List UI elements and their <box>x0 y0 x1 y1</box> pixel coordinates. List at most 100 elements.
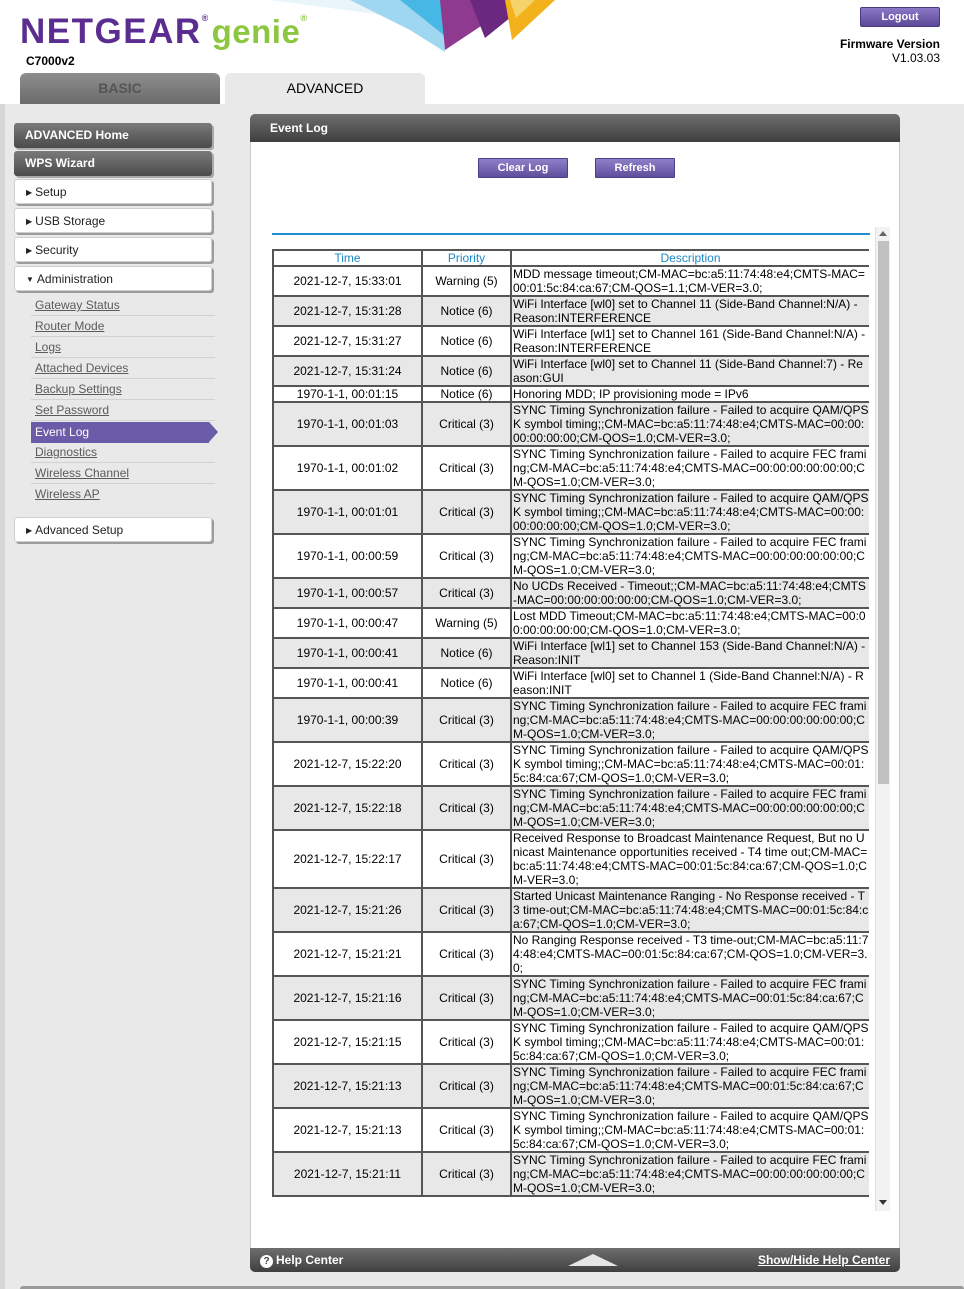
table-row: 1970-1-1, 00:01:03 Critical (3) SYNC Timin… <box>272 401 869 447</box>
log-time-cell: 2021-12-7, 15:21:11 <box>272 1151 423 1197</box>
help-center-link[interactable]: ? Help Center <box>260 1253 343 1268</box>
table-row: 2021-12-7, 15:21:13 Critical (3) SYNC Timi… <box>272 1107 869 1153</box>
log-time-cell: 2021-12-7, 15:21:15 <box>272 1019 423 1065</box>
page-header: NETGEAR® genie® C7000v2 Logout Firmware … <box>0 0 964 104</box>
nav-setup[interactable]: ▶ Setup <box>14 179 212 204</box>
nav-administration-label: Administration <box>36 272 113 286</box>
scrollbar-thumb[interactable] <box>878 241 889 784</box>
sidebar-item-diagnostics[interactable]: Diagnostics <box>31 442 215 463</box>
log-time-cell: 2021-12-7, 15:21:13 <box>272 1063 423 1109</box>
table-row: 2021-12-7, 15:31:27 Notice (6) WiFi Interf… <box>272 325 869 357</box>
menu-arrow-icon: ▶ <box>26 246 33 255</box>
refresh-button[interactable]: Refresh <box>595 158 675 178</box>
nav-usb-storage[interactable]: ▶ USB Storage <box>14 208 212 233</box>
sidebar-item-wireless-channel[interactable]: Wireless Channel <box>31 463 215 484</box>
log-description-cell: WiFi Interface [wl0] set to Channel 11 (… <box>510 355 869 387</box>
log-time-cell: 2021-12-7, 15:31:28 <box>272 295 423 327</box>
vertical-scrollbar[interactable] <box>875 227 890 1211</box>
log-priority-cell: Notice (6) <box>421 667 512 699</box>
model-number: C7000v2 <box>26 54 75 68</box>
log-priority-cell: Critical (3) <box>421 931 512 977</box>
scroll-down-icon[interactable] <box>879 1200 887 1205</box>
log-time-cell: 2021-12-7, 15:22:18 <box>272 785 423 831</box>
divider <box>272 233 870 235</box>
table-row: 2021-12-7, 15:21:16 Critical (3) SYNC Timi… <box>272 975 869 1021</box>
sidebar-item-logs[interactable]: Logs <box>31 337 215 358</box>
nav-administration[interactable]: ▼ Administration <box>14 266 212 291</box>
log-time-cell: 1970-1-1, 00:00:39 <box>272 697 423 743</box>
table-row: 2021-12-7, 15:22:17 Critical (3) Received … <box>272 829 869 889</box>
left-edge <box>0 104 5 1289</box>
tab-basic[interactable]: BASIC <box>20 73 220 104</box>
log-time-cell: 1970-1-1, 00:00:41 <box>272 667 423 699</box>
log-description-cell: SYNC Timing Synchronization failure - Fa… <box>510 697 869 743</box>
log-description-cell: No UCDs Received - Timeout;;CM-MAC=bc:a5… <box>510 577 869 609</box>
log-priority-cell: Critical (3) <box>421 445 512 491</box>
log-priority-cell: Critical (3) <box>421 401 512 447</box>
nav-wps-wizard[interactable]: WPS Wizard <box>14 151 212 176</box>
clear-log-button[interactable]: Clear Log <box>478 158 568 178</box>
sidebar-item-wireless-ap[interactable]: Wireless AP <box>31 484 215 505</box>
scroll-up-icon[interactable] <box>879 231 887 236</box>
log-priority-cell: Notice (6) <box>421 637 512 669</box>
sidebar-item-event-log[interactable]: Event Log <box>31 422 218 443</box>
log-priority-cell: Critical (3) <box>421 533 512 579</box>
log-description-cell: SYNC Timing Synchronization failure - Fa… <box>510 1151 869 1197</box>
event-log-table: Time Priority Description 2021-12-7, 15:… <box>272 249 869 1197</box>
log-priority-cell: Critical (3) <box>421 697 512 743</box>
log-priority-cell: Warning (5) <box>421 607 512 639</box>
event-log-scroll-area[interactable]: Time Priority Description 2021-12-7, 15:… <box>272 249 869 1211</box>
tab-advanced[interactable]: ADVANCED <box>225 73 425 104</box>
table-row: 2021-12-7, 15:22:20 Critical (3) SYNC Timi… <box>272 741 869 787</box>
log-time-cell: 2021-12-7, 15:22:17 <box>272 829 423 889</box>
log-time-cell: 2021-12-7, 15:33:01 <box>272 265 423 297</box>
log-priority-cell: Warning (5) <box>421 265 512 297</box>
table-row: 2021-12-7, 15:21:13 Critical (3) SYNC Timi… <box>272 1063 869 1109</box>
log-priority-cell: Critical (3) <box>421 741 512 787</box>
menu-arrow-down-icon: ▼ <box>26 275 34 284</box>
logout-button[interactable]: Logout <box>860 7 940 27</box>
sidebar-item-set-password[interactable]: Set Password <box>31 400 215 421</box>
log-time-cell: 1970-1-1, 00:01:03 <box>272 401 423 447</box>
log-description-cell: WiFi Interface [wl0] set to Channel 11 (… <box>510 295 869 327</box>
log-time-cell: 1970-1-1, 00:00:47 <box>272 607 423 639</box>
log-time-cell: 2021-12-7, 15:31:27 <box>272 325 423 357</box>
col-header-time: Time <box>272 249 423 267</box>
table-row: 1970-1-1, 00:00:47 Warning (5) Lost MDD Ti… <box>272 607 869 639</box>
show-hide-help-center-link[interactable]: Show/Hide Help Center <box>758 1253 890 1267</box>
log-priority-cell: Critical (3) <box>421 1063 512 1109</box>
log-priority-cell: Critical (3) <box>421 887 512 933</box>
table-row: 1970-1-1, 00:00:59 Critical (3) SYNC Timin… <box>272 533 869 579</box>
nav-advanced-setup[interactable]: ▶ Advanced Setup <box>14 517 212 542</box>
log-priority-cell: Critical (3) <box>421 489 512 535</box>
collapse-arrow-icon[interactable] <box>568 1254 618 1266</box>
table-row: 1970-1-1, 00:00:39 Critical (3) SYNC Timin… <box>272 697 869 743</box>
log-priority-cell: Notice (6) <box>421 325 512 357</box>
firmware-version-label: Firmware Version <box>839 37 940 51</box>
log-time-cell: 1970-1-1, 00:01:01 <box>272 489 423 535</box>
sidebar-item-attached-devices[interactable]: Attached Devices <box>31 358 215 379</box>
nav-security[interactable]: ▶ Security <box>14 237 212 262</box>
log-time-cell: 2021-12-7, 15:22:20 <box>272 741 423 787</box>
table-row: 1970-1-1, 00:00:57 Critical (3) No UCDs Re… <box>272 577 869 609</box>
menu-arrow-icon: ▶ <box>26 188 33 197</box>
table-row: 2021-12-7, 15:21:21 Critical (3) No Rangin… <box>272 931 869 977</box>
log-time-cell: 1970-1-1, 00:01:15 <box>272 385 423 403</box>
log-time-cell: 2021-12-7, 15:21:13 <box>272 1107 423 1153</box>
log-priority-cell: Critical (3) <box>421 1151 512 1197</box>
brand-netgear: NETGEAR <box>20 12 202 51</box>
log-description-cell: SYNC Timing Synchronization failure - Fa… <box>510 445 869 491</box>
log-priority-cell: Critical (3) <box>421 577 512 609</box>
table-row: 2021-12-7, 15:33:01 Warning (5) MDD messag… <box>272 265 869 297</box>
table-row: 2021-12-7, 15:21:15 Critical (3) SYNC Timi… <box>272 1019 869 1065</box>
sidebar-item-router-mode[interactable]: Router Mode <box>31 316 215 337</box>
sidebar-item-gateway-status[interactable]: Gateway Status <box>31 295 215 316</box>
table-row: 2021-12-7, 15:31:28 Notice (6) WiFi Interf… <box>272 295 869 327</box>
sidebar-item-backup-settings[interactable]: Backup Settings <box>31 379 215 400</box>
table-row: 1970-1-1, 00:00:41 Notice (6) WiFi Interfa… <box>272 667 869 699</box>
log-description-cell: SYNC Timing Synchronization failure - Fa… <box>510 401 869 447</box>
log-priority-cell: Critical (3) <box>421 829 512 889</box>
log-time-cell: 1970-1-1, 00:00:57 <box>272 577 423 609</box>
nav-advanced-home[interactable]: ADVANCED Home <box>14 123 212 148</box>
col-header-description: Description <box>510 249 869 267</box>
